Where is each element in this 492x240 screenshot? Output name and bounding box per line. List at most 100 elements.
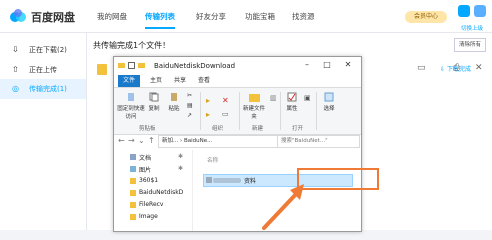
sidebar: ⇩ 正在下载(2) ⇧ 正在上传 ◎ 传输完成(1)	[0, 33, 87, 230]
tab-home[interactable]: 主页	[148, 75, 164, 87]
nav-item-filerecv[interactable]: FileRecv	[139, 201, 163, 208]
group-label-clipboard: 剪贴板	[139, 126, 156, 132]
maximize-icon[interactable]: □	[318, 59, 336, 71]
close-icon[interactable]: ✕	[339, 59, 357, 71]
sidebar-item-label: 正在上传	[29, 66, 57, 74]
folder-icon[interactable]	[138, 62, 145, 69]
sidebar-item-label: 正在下载(2)	[29, 46, 67, 54]
button-label: 新建文件夹	[242, 106, 265, 120]
new-item-icon[interactable]: ▥	[270, 94, 277, 102]
folder-icon	[130, 202, 136, 208]
properties-button[interactable]: 属性	[283, 92, 301, 112]
rename-icon[interactable]: ▭	[222, 110, 229, 118]
copy-button[interactable]: 复制	[146, 92, 162, 112]
active-nav-indicator	[145, 27, 175, 29]
divider	[280, 92, 281, 130]
recent-chevron-icon[interactable]: ⌄	[138, 136, 145, 145]
search-input[interactable]: 搜索"BaiduNet..."	[277, 135, 360, 148]
up-arrow-icon[interactable]: ↑	[148, 136, 155, 145]
delete-icon[interactable]: ✕	[222, 96, 229, 105]
navigation-pane: 文档 ✱ 图片 ✱ 360$1 BaiduNetdiskD FileRecv I…	[114, 150, 192, 231]
divider	[239, 92, 240, 130]
brand-name: 百度网盘	[31, 11, 75, 24]
annotation-arrow-icon	[262, 184, 304, 230]
pictures-icon	[130, 166, 136, 172]
move-to-icon[interactable]: ▸	[206, 96, 210, 105]
group-label-new: 新建	[252, 126, 264, 132]
nav-item-360[interactable]: 360$1	[139, 177, 158, 184]
sidebar-item-uploading[interactable]: ⇧ 正在上传	[0, 60, 86, 80]
nav-friend-share[interactable]: 好友分享	[196, 11, 226, 22]
tab-share[interactable]: 共享	[172, 75, 188, 87]
group-label-organize: 组织	[212, 126, 224, 132]
pin-icon	[128, 93, 134, 101]
documents-icon	[130, 154, 136, 160]
minimize-icon[interactable]: –	[298, 59, 316, 71]
divider	[200, 92, 201, 130]
tab-file[interactable]: 文件	[118, 75, 140, 87]
explorer-title-bar: BaiduNetdiskDownload – □ ✕	[114, 57, 361, 75]
cut-icon[interactable]: ✂	[187, 92, 192, 99]
folder-icon	[118, 63, 125, 68]
open-icon[interactable]: ▣	[304, 94, 311, 102]
folder-icon[interactable]: ⎙	[453, 63, 460, 73]
copy-to-icon[interactable]: ▸	[206, 110, 210, 119]
vip-center-button[interactable]: 会员中心	[405, 11, 447, 23]
properties-icon	[287, 92, 297, 102]
new-folder-button[interactable]: 新建文件夹	[241, 92, 267, 120]
column-header-name[interactable]: 名称	[207, 156, 218, 164]
select-button[interactable]: 选择	[320, 92, 338, 112]
nav-item-image[interactable]: Image	[139, 213, 158, 220]
folder-icon	[130, 214, 136, 220]
group-label-open: 打开	[292, 126, 304, 132]
copy-path-icon[interactable]: ▤	[187, 102, 193, 109]
button-label: 复制	[148, 106, 160, 112]
forward-arrow-icon[interactable]: →	[128, 136, 135, 145]
completion-banner: 共传输完成1个文件！	[93, 41, 171, 50]
ribbon: 固定到快速访问 复制 粘贴 ✂ ▤ ↗ ▸ ✕ ▸ ▭ 新建文件夹 ▥ 属性 ▣	[114, 87, 361, 135]
back-arrow-icon[interactable]: ←	[118, 136, 125, 145]
paste-button[interactable]: 粘贴	[166, 92, 182, 112]
checklist-icon[interactable]	[128, 62, 135, 69]
open-file-icon[interactable]: ▭	[417, 63, 426, 73]
nav-my-disk[interactable]: 我的网盘	[97, 11, 127, 22]
nav-toolbox[interactable]: 功能宝箱	[245, 11, 275, 22]
nav-item-baidunetdisk[interactable]: BaiduNetdiskD	[139, 189, 183, 196]
check-circle-icon: ◎	[12, 84, 19, 93]
sidebar-item-completed[interactable]: ◎ 传输完成(1)	[0, 79, 86, 99]
switch-account-link[interactable]: 切换上级	[461, 24, 483, 32]
file-explorer-window: BaiduNetdiskDownload – □ ✕ 文件 主页 共享 查看 固…	[113, 56, 362, 232]
copy-icon	[149, 92, 159, 102]
clipboard-icon	[171, 93, 177, 101]
top-bar: 百度网盘 我的网盘 传输列表 好友分享 功能宝箱 找资源 会员中心 切换上级	[0, 0, 492, 33]
download-icon: ⇩	[12, 45, 19, 54]
divider	[316, 92, 317, 130]
nav-transfer-list[interactable]: 传输列表	[145, 11, 175, 22]
tab-view[interactable]: 查看	[196, 75, 212, 87]
sidebar-item-label: 传输完成(1)	[29, 85, 67, 93]
folder-icon	[130, 178, 136, 184]
address-bar: ← → ⌄ ↑ 新加... › BaiduNe... 搜索"BaiduNet..…	[114, 134, 361, 148]
pin-quick-access-button[interactable]: 固定到快速访问	[117, 92, 145, 120]
file-name: 资料	[244, 178, 257, 185]
blurred-filename	[213, 178, 241, 183]
button-label: 选择	[323, 106, 335, 112]
baidu-netdisk-logo-icon	[10, 9, 26, 22]
clear-all-button[interactable]: 清除所有	[454, 38, 486, 52]
cloud-icon[interactable]	[458, 5, 470, 17]
sidebar-item-downloading[interactable]: ⇩ 正在下载(2)	[0, 40, 86, 60]
path-field[interactable]: 新加... › BaiduNe...	[158, 135, 278, 148]
nav-item-documents[interactable]: 文档	[139, 153, 151, 162]
avatar[interactable]	[474, 5, 486, 17]
new-folder-icon	[248, 94, 260, 102]
pin-icon: ✱	[178, 153, 184, 160]
delete-icon[interactable]: ✕	[475, 63, 483, 73]
window-title: BaiduNetdiskDownload	[154, 62, 236, 70]
nav-find-resources[interactable]: 找资源	[292, 11, 315, 22]
button-label: 属性	[286, 106, 298, 112]
pin-icon: ✱	[178, 165, 184, 172]
folder-icon	[130, 190, 136, 196]
nav-item-pictures[interactable]: 图片	[139, 165, 151, 174]
paste-shortcut-icon[interactable]: ↗	[187, 112, 192, 119]
upload-icon: ⇧	[12, 65, 19, 74]
